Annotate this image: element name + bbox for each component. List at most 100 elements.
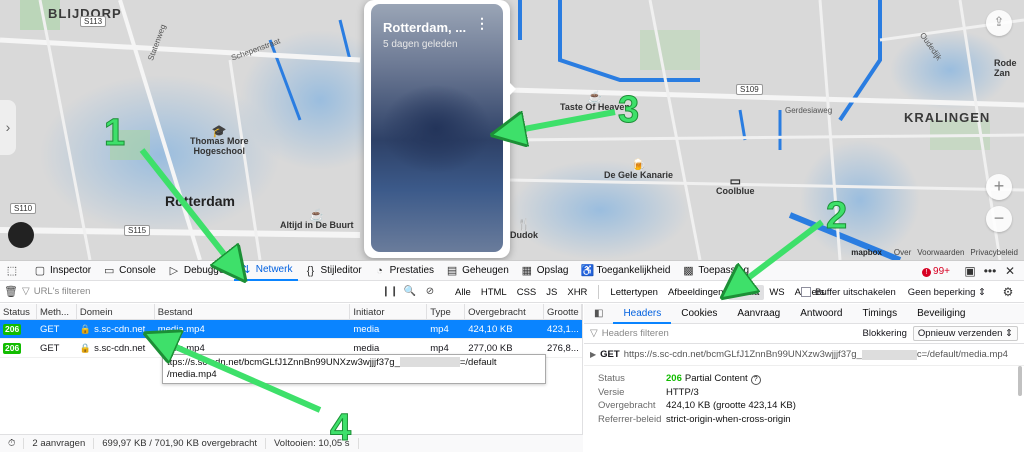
beer-icon: 🍺 — [631, 158, 646, 172]
filter-xhr[interactable]: XHR — [562, 285, 592, 300]
graduation-cap-icon: 🎓 — [211, 124, 227, 138]
column-header[interactable]: Grootte — [544, 304, 582, 319]
url-filter-input[interactable]: ▽ URL's filteren — [22, 286, 372, 297]
stopwatch-icon[interactable]: ⏱ — [0, 438, 25, 449]
close-icon[interactable]: ✕ — [1000, 264, 1020, 278]
accessibility-icon: ♿ — [580, 264, 595, 277]
road-badge: S110 — [10, 203, 37, 214]
request-table-header: Status Meth... Domein Bestand Initiator … — [0, 304, 582, 320]
column-header[interactable]: Overgebracht — [465, 304, 545, 319]
disable-cache-checkbox[interactable] — [801, 287, 812, 297]
type-filters: Alle HTML CSS JS XHR Lettertypen Afbeeld… — [450, 281, 830, 303]
poi-taste-of-heaven[interactable]: ☕ Taste Of Heaven — [560, 90, 630, 112]
poi-thomas-more[interactable]: 🎓 Thomas More Hogeschool — [190, 124, 249, 156]
pick-element-icon: ⬚ — [6, 264, 18, 277]
tab-application[interactable]: ▩ Toepassing — [676, 261, 755, 281]
story-video[interactable]: Rotterdam, ... 5 dagen geleden ⋮ — [371, 4, 503, 252]
column-header[interactable]: Meth... — [37, 304, 77, 319]
coffee-icon: ☕ — [587, 90, 603, 104]
poi-de-gele-kanarie[interactable]: 🍺 De Gele Kanarie — [604, 158, 673, 180]
console-icon: ▭ — [103, 264, 115, 277]
about-link[interactable]: Over — [894, 248, 911, 257]
pause-icon[interactable]: ❙❙ — [380, 286, 400, 297]
column-header[interactable]: Initiator — [350, 304, 428, 319]
resend-button[interactable]: Opnieuw verzenden ⇕ — [912, 326, 1018, 341]
filter-css[interactable]: CSS — [512, 285, 542, 300]
more-menu-icon[interactable]: ⋮ — [475, 16, 489, 30]
column-header[interactable]: Status — [0, 304, 37, 319]
block-icon[interactable]: ⊘ — [420, 286, 440, 297]
settings-gear-icon[interactable]: ⚙ — [998, 285, 1018, 299]
filter-all[interactable]: Alle — [450, 285, 476, 300]
map-attribution: mapbox Over Voorwaarden Privacybeleid — [851, 248, 1018, 257]
tab-performance[interactable]: ◔ Prestaties — [368, 261, 440, 281]
road-badge: S109 — [736, 84, 763, 95]
trash-icon[interactable]: 🗑 — [0, 285, 22, 298]
street-label: Gerdesiaweg — [785, 106, 833, 115]
tab-headers[interactable]: Headers — [613, 304, 672, 324]
poi-dudok[interactable]: 🍴 Dudok — [510, 220, 538, 241]
tab-accessibility[interactable]: ♿ Toegankelijkheid — [574, 261, 676, 281]
headers-filter[interactable]: ▽ Headers filteren Blokkering Opnieuw ve… — [584, 324, 1024, 344]
help-icon[interactable]: ? — [750, 374, 761, 385]
snapchat-ghost-icon[interactable] — [8, 222, 34, 248]
filter-ws[interactable]: WS — [764, 285, 789, 300]
filter-images[interactable]: Afbeeldingen — [663, 285, 728, 300]
tab-response[interactable]: Antwoord — [790, 304, 852, 324]
privacy-link[interactable]: Privacybeleid — [970, 248, 1018, 257]
tab-cookies[interactable]: Cookies — [671, 304, 727, 324]
column-header[interactable]: Domein — [77, 304, 155, 319]
column-header[interactable]: Type — [427, 304, 466, 319]
search-icon[interactable]: 🔍 — [400, 286, 420, 297]
storage-icon: ▦ — [521, 264, 532, 277]
toggle-sidebar-icon[interactable]: ◧ — [584, 304, 613, 324]
network-status-bar: ⏱ 2 aanvragen 699,97 KB / 701,90 KB over… — [0, 434, 583, 452]
story-title: Rotterdam, ... — [383, 20, 467, 35]
tab-storage[interactable]: ▦ Opslag — [515, 261, 575, 281]
throttle-select[interactable]: Geen beperking ⇕ — [908, 287, 986, 298]
zoom-out-button[interactable]: − — [986, 206, 1012, 232]
terms-link[interactable]: Voorwaarden — [917, 248, 964, 257]
column-header[interactable]: Bestand — [155, 304, 351, 319]
devtools-panel: ⬚ ▢ Inspector ▭ Console ▷ Debugger ⇅ Netwerk… — [0, 260, 1024, 452]
share-icon[interactable]: ⇪ — [986, 10, 1012, 36]
status-badge: 206 — [3, 342, 22, 354]
table-row[interactable]: 206 GET 🔒 s.sc-cdn.net media.mp4 media mp… — [0, 320, 582, 339]
error-count-badge[interactable]: ! 99+ — [922, 266, 950, 277]
map-side-panel-toggle[interactable]: › — [0, 100, 16, 155]
tab-memory[interactable]: ▤ Geheugen — [440, 261, 515, 281]
tab-request[interactable]: Aanvraag — [727, 304, 790, 324]
filter-js[interactable]: JS — [541, 285, 562, 300]
block-button[interactable]: Blokkering — [863, 328, 907, 339]
request-count: 2 aanvragen — [24, 438, 95, 449]
story-card[interactable]: Rotterdam, ... 5 dagen geleden ⋮ — [364, 0, 516, 258]
zoom-in-button[interactable]: + — [986, 174, 1012, 200]
tab-inspector[interactable]: ▢ Inspector — [28, 261, 97, 281]
story-time: 5 dagen geleden — [383, 39, 458, 50]
transferred-total: 699,97 KB / 701,90 KB overgebracht — [94, 438, 266, 449]
poi-altijd-in-de-buurt[interactable]: ☕ Altijd in De Buurt — [280, 209, 354, 230]
request-url[interactable]: ▶ GET https://s.sc-cdn.net/bcmGLfJ1ZnnBn… — [584, 344, 1024, 366]
poi-coolblue[interactable]: ▭ Coolblue — [716, 175, 755, 196]
tab-security[interactable]: Beveiliging — [907, 304, 975, 324]
network-filter-bar: 🗑 ▽ URL's filteren ❙❙ 🔍 ⊘ Alle HTML CSS … — [0, 281, 1024, 303]
scrollbar[interactable] — [1016, 366, 1024, 426]
tab-network[interactable]: ⇅ Netwerk — [233, 261, 299, 281]
map-view[interactable]: › BLIJDORP KRALINGEN Rotterdam S113 S110… — [0, 0, 1024, 260]
tab-style-editor[interactable]: {} Stijleditor — [298, 261, 367, 281]
tab-console[interactable]: ▭ Console — [97, 261, 162, 281]
dock-icon[interactable]: ▣ — [960, 264, 980, 278]
filter-media[interactable]: Media — [728, 284, 765, 300]
expand-triangle-icon[interactable]: ▶ — [590, 350, 596, 359]
filter-fonts[interactable]: Lettertypen — [605, 285, 663, 300]
element-picker-button[interactable]: ⬚ — [0, 261, 28, 281]
tab-debugger[interactable]: ▷ Debugger — [162, 261, 234, 281]
url-tooltip: ttps://s.sc-cdn.net/bcmGLfJ1ZnnBn99UNXzw… — [162, 354, 546, 384]
tab-timings[interactable]: Timings — [852, 304, 907, 324]
more-options-icon[interactable]: ••• — [980, 264, 1000, 278]
filter-icon: ▽ — [590, 328, 598, 339]
performance-icon: ◔ — [376, 264, 383, 277]
redaction — [861, 349, 917, 360]
disable-cache-label: Buffer uitschakelen — [815, 286, 896, 298]
filter-html[interactable]: HTML — [476, 285, 512, 300]
